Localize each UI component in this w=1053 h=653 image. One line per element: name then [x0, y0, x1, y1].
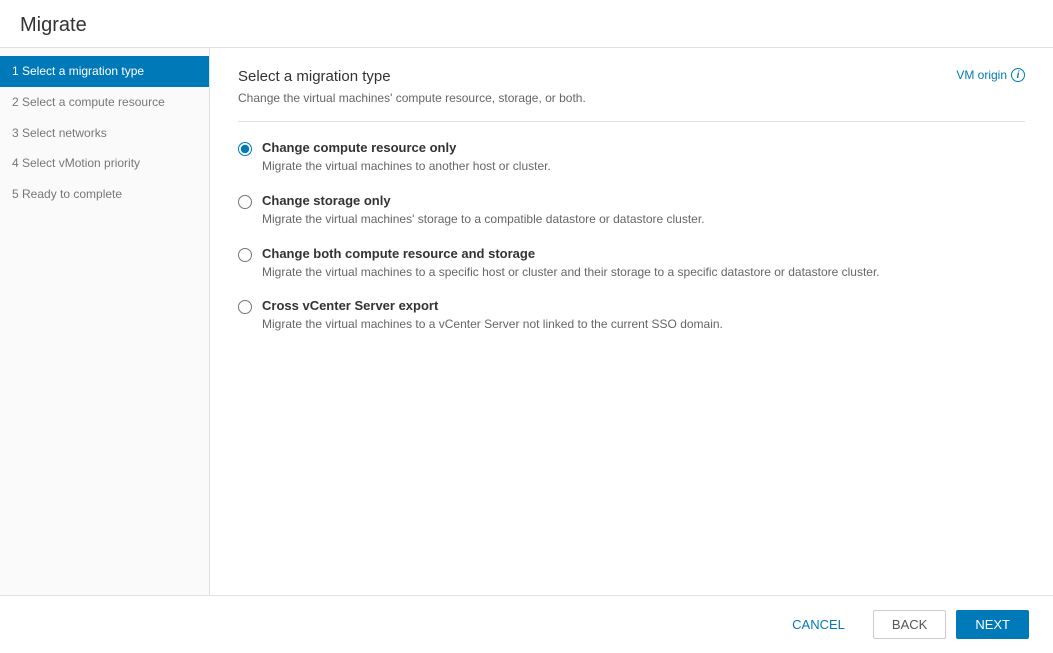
sidebar-item-select-networks[interactable]: 3 Select networks	[0, 118, 209, 149]
radio-cross-vcenter[interactable]	[238, 300, 252, 314]
option-desc-both: Migrate the virtual machines to a specif…	[262, 264, 880, 281]
option-desc-storage-only: Migrate the virtual machines' storage to…	[262, 211, 705, 228]
page-title: Migrate	[20, 14, 1033, 37]
back-button[interactable]: BACK	[873, 610, 946, 639]
radio-both[interactable]	[238, 248, 252, 262]
option-both: Change both compute resource and storage…	[238, 246, 1025, 281]
cancel-button[interactable]: CANCEL	[774, 611, 863, 638]
migration-options: Change compute resource only Migrate the …	[238, 140, 1025, 333]
footer: CANCEL BACK NEXT	[0, 595, 1053, 653]
radio-compute-only[interactable]	[238, 142, 252, 156]
sidebar: 1 Select a migration type2 Select a comp…	[0, 48, 210, 595]
divider	[238, 121, 1025, 122]
option-label-both: Change both compute resource and storage	[262, 246, 880, 261]
option-label-cross-vcenter: Cross vCenter Server export	[262, 298, 723, 313]
content-subtitle: Change the virtual machines' compute res…	[238, 91, 1025, 105]
option-label-storage-only: Change storage only	[262, 193, 705, 208]
content-area: Select a migration type VM origin i Chan…	[210, 48, 1053, 595]
vm-origin-link[interactable]: VM origin i	[956, 68, 1025, 82]
option-storage-only: Change storage only Migrate the virtual m…	[238, 193, 1025, 228]
sidebar-item-select-vmotion-priority[interactable]: 4 Select vMotion priority	[0, 148, 209, 179]
main-content: 1 Select a migration type2 Select a comp…	[0, 48, 1053, 595]
sidebar-item-select-compute-resource[interactable]: 2 Select a compute resource	[0, 87, 209, 118]
sidebar-item-ready-to-complete[interactable]: 5 Ready to complete	[0, 179, 209, 210]
option-compute-only: Change compute resource only Migrate the …	[238, 140, 1025, 175]
sidebar-item-select-migration-type[interactable]: 1 Select a migration type	[0, 56, 209, 87]
option-label-compute-only: Change compute resource only	[262, 140, 551, 155]
radio-storage-only[interactable]	[238, 195, 252, 209]
page-header: Migrate	[0, 0, 1053, 48]
content-title: Select a migration type	[238, 68, 391, 85]
option-cross-vcenter: Cross vCenter Server export Migrate the v…	[238, 298, 1025, 333]
content-header: Select a migration type VM origin i	[238, 68, 1025, 85]
option-desc-cross-vcenter: Migrate the virtual machines to a vCente…	[262, 316, 723, 333]
next-button[interactable]: NEXT	[956, 610, 1029, 639]
option-desc-compute-only: Migrate the virtual machines to another …	[262, 158, 551, 175]
vm-origin-label: VM origin	[956, 68, 1007, 82]
info-icon: i	[1011, 68, 1025, 82]
